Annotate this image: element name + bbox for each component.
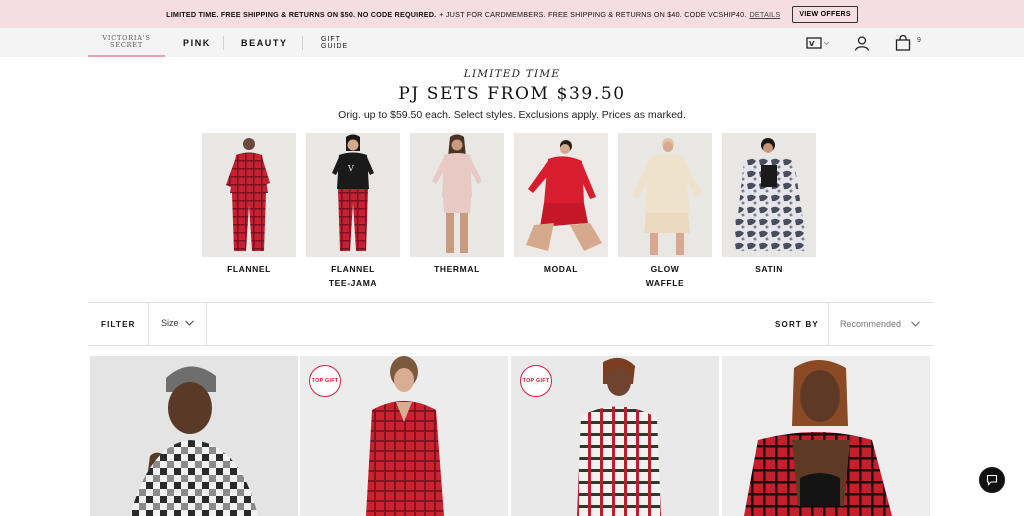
nav-divider: [302, 36, 303, 50]
chat-button[interactable]: [979, 467, 1005, 493]
gift-guide-line-2: GUIDE: [321, 42, 349, 50]
sort-dropdown-value: Recommended: [840, 319, 902, 329]
category-tile-modal[interactable]: MODAL: [514, 133, 608, 276]
category-label: FLANNEL: [202, 262, 296, 276]
sort-by-label: SORT BY: [775, 320, 819, 329]
category-label-line-1: SATIN: [755, 264, 783, 274]
product-card[interactable]: TOP GIFT: [300, 356, 508, 516]
svg-text:V: V: [347, 164, 354, 173]
category-label-line-2: TEE-JAMA: [328, 278, 378, 288]
category-image-glow-waffle: [618, 133, 712, 257]
size-filter-label: Size: [161, 318, 179, 328]
filter-divider: [148, 303, 149, 346]
size-filter-dropdown[interactable]: Size: [161, 318, 194, 328]
promo-details-link[interactable]: DETAILS: [750, 10, 781, 19]
product-card[interactable]: [722, 356, 930, 516]
category-image-satin: [722, 133, 816, 257]
top-gift-badge: TOP GIFT: [520, 365, 552, 397]
hero-headline: PJ SETS FROM $39.50: [398, 84, 626, 104]
view-offers-button[interactable]: VIEW OFFERS: [792, 5, 858, 23]
product-card[interactable]: [90, 356, 298, 516]
category-label: SATIN: [722, 262, 816, 276]
chevron-down-icon: [911, 321, 920, 327]
sort-dropdown[interactable]: Recommended: [840, 319, 920, 329]
category-label: MODAL: [514, 262, 608, 276]
chevron-down-icon: [184, 320, 194, 326]
category-image-modal: [514, 133, 608, 257]
brand-line-2: SECRET: [110, 41, 143, 49]
shopping-bag-icon[interactable]: [895, 35, 911, 51]
brand-logo[interactable]: VICTORIA'S SECRET: [88, 28, 165, 57]
category-label-line-1: MODAL: [543, 264, 579, 274]
hero-subline: Orig. up to $59.50 each. Select styles. …: [338, 109, 686, 121]
category-tile-flannel[interactable]: FLANNEL: [202, 133, 296, 276]
gift-guide-line-1: GIFT: [321, 35, 341, 43]
category-label-line-1: FLANNEL: [227, 264, 271, 274]
nav-item-pink[interactable]: PINK: [183, 28, 211, 57]
promo-text-cardmember: + JUST FOR CARDMEMBERS. FREE SHIPPING & …: [439, 9, 747, 19]
nav-item-beauty[interactable]: BEAUTY: [241, 28, 288, 57]
category-tile-flannel-tee-jama[interactable]: V FLANNEL TEE-JAMA: [306, 133, 400, 290]
chat-icon: [986, 474, 998, 486]
account-icon[interactable]: [854, 35, 870, 51]
filter-divider: [828, 303, 829, 346]
category-tile-glow-waffle[interactable]: GLOW WAFFLE: [618, 133, 712, 290]
cart-count: 9: [917, 37, 921, 44]
category-label: THERMAL: [410, 262, 504, 276]
product-card[interactable]: TOP GIFT: [511, 356, 719, 516]
svg-text:V: V: [809, 40, 815, 48]
category-label: GLOW WAFFLE: [618, 262, 712, 290]
top-gift-badge: TOP GIFT: [309, 365, 341, 397]
nav-item-gift-guide[interactable]: GIFT GUIDE: [321, 28, 348, 57]
category-label-line-2: WAFFLE: [645, 278, 685, 288]
promo-text-main: LIMITED TIME. FREE SHIPPING & RETURNS ON…: [166, 9, 437, 19]
header-nav: VICTORIA'S SECRET PINK BEAUTY GIFT GUIDE…: [0, 28, 1024, 57]
filter-divider: [206, 303, 207, 346]
category-label-line-1: GLOW: [650, 264, 680, 274]
category-image-flannel-tee-jama: V: [306, 133, 400, 257]
nav-divider: [223, 36, 224, 50]
category-tile-satin[interactable]: SATIN: [722, 133, 816, 276]
category-label-line-1: THERMAL: [434, 264, 480, 274]
category-label-line-1: FLANNEL: [331, 264, 375, 274]
promo-banner: LIMITED TIME. FREE SHIPPING & RETURNS ON…: [0, 0, 1024, 28]
hero-kicker: LIMITED TIME: [463, 68, 561, 80]
category-image-thermal: [410, 133, 504, 257]
category-label: FLANNEL TEE-JAMA: [306, 262, 400, 290]
category-image-flannel: [202, 133, 296, 257]
product-image: [744, 360, 892, 516]
product-image: [130, 366, 258, 516]
filter-button[interactable]: FILTER: [101, 320, 136, 329]
vs-card-icon[interactable]: V: [806, 35, 832, 51]
filter-bar: FILTER Size SORT BY Recommended: [88, 302, 934, 346]
category-tile-thermal[interactable]: THERMAL: [410, 133, 504, 276]
